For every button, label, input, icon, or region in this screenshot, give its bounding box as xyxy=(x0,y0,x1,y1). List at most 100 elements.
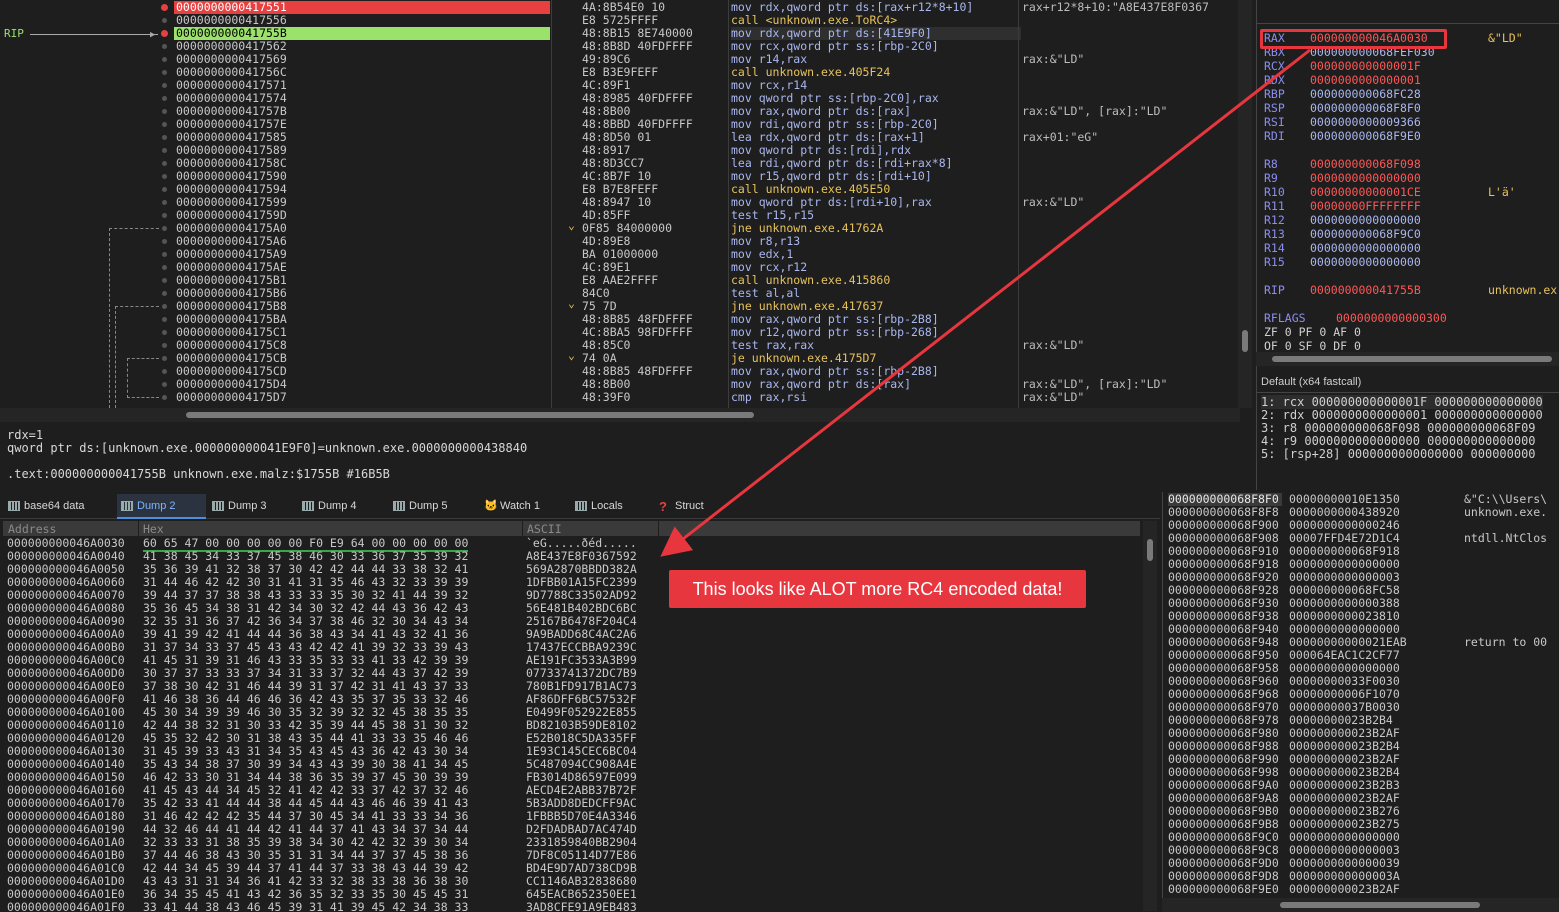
register-value[interactable]: 000000000068F098 xyxy=(1310,157,1421,171)
breakpoint-slot-icon[interactable] xyxy=(162,252,167,257)
stack-address[interactable]: 000000000068F980 xyxy=(1168,727,1282,740)
register-value[interactable]: 0000000000000001 xyxy=(1310,73,1421,87)
register-row[interactable]: R14 0000000000000000 xyxy=(1264,241,1421,255)
header-hex[interactable]: Hex xyxy=(143,522,164,536)
stack-address[interactable]: 000000000068F8F8 xyxy=(1168,506,1282,519)
breakpoint-slot-icon[interactable] xyxy=(162,395,167,400)
register-row[interactable]: RSI 0000000000009366 xyxy=(1264,115,1421,129)
header-address[interactable]: Address xyxy=(8,522,56,536)
dump-ascii[interactable]: 3AD8CFE91A9EB483 xyxy=(526,901,637,912)
tab-dump-4[interactable]: Dump 4 xyxy=(298,494,387,519)
breakpoint-slot-icon[interactable] xyxy=(162,135,167,140)
register-row[interactable]: RSP 000000000068F8F0 xyxy=(1264,101,1421,115)
register-value[interactable]: 0000000000000000 xyxy=(1310,213,1421,227)
call-arg-row[interactable]: 5: [rsp+28] 0000000000000000 000000000 xyxy=(1261,447,1536,461)
scroll-thumb[interactable] xyxy=(186,412,754,418)
breakpoint-slot-icon[interactable] xyxy=(162,369,167,374)
register-value[interactable]: 000000000068F9C0 xyxy=(1310,227,1421,241)
stack-address[interactable]: 000000000068F988 xyxy=(1168,740,1282,753)
scroll-thumb[interactable] xyxy=(1147,539,1153,561)
stack-address[interactable]: 000000000068F950 xyxy=(1168,649,1282,662)
instruction-address[interactable]: 00000000004175D7 xyxy=(174,391,550,404)
breakpoint-slot-icon[interactable] xyxy=(162,187,167,192)
stack-pane[interactable]: 000000000068F8F0 00000000010E1350 &"C:\\Us… xyxy=(1162,492,1559,912)
instruction-text[interactable]: cmp rax,rsi xyxy=(731,391,1021,404)
register-row[interactable]: R12 0000000000000000 xyxy=(1264,213,1421,227)
stack-address[interactable]: 000000000068F910 xyxy=(1168,545,1282,558)
stack-address[interactable]: 000000000068F990 xyxy=(1168,753,1282,766)
breakpoint-slot-icon[interactable] xyxy=(162,278,167,283)
register-row[interactable]: RFLAGS 0000000000000300 xyxy=(1264,311,1447,325)
register-value[interactable]: 000000000068FC28 xyxy=(1310,87,1421,101)
stack-address[interactable]: 000000000068F908 xyxy=(1168,532,1282,545)
stack-address[interactable]: 000000000068F938 xyxy=(1168,610,1282,623)
stack-address[interactable]: 000000000068F9B8 xyxy=(1168,818,1282,831)
breakpoint-icon[interactable] xyxy=(161,30,168,37)
stack-address[interactable]: 000000000068F9D0 xyxy=(1168,857,1282,870)
breakpoint-slot-icon[interactable] xyxy=(162,382,167,387)
breakpoint-slot-icon[interactable] xyxy=(162,174,167,179)
disassembly-hscrollbar[interactable] xyxy=(0,408,1240,422)
stack-address[interactable]: 000000000068F970 xyxy=(1168,701,1282,714)
stack-address[interactable]: 000000000068F960 xyxy=(1168,675,1282,688)
stack-address[interactable]: 000000000068F958 xyxy=(1168,662,1282,675)
dump-vscrollbar[interactable] xyxy=(1143,521,1157,911)
breakpoint-slot-icon[interactable] xyxy=(162,44,167,49)
registers-hscrollbar[interactable] xyxy=(1256,352,1559,366)
register-value[interactable]: 000000000041755B xyxy=(1310,283,1421,297)
stack-address[interactable]: 000000000068F948 xyxy=(1168,636,1282,649)
tab-watch-1[interactable]: 🐱 Watch 1 xyxy=(480,494,569,519)
stack-address[interactable]: 000000000068F9D8 xyxy=(1168,870,1282,883)
register-row[interactable]: RIP 000000000041755B unknown.ex xyxy=(1264,283,1557,297)
breakpoint-slot-icon[interactable] xyxy=(162,96,167,101)
stack-address[interactable]: 000000000068F9A0 xyxy=(1168,779,1282,792)
breakpoint-slot-icon[interactable] xyxy=(162,304,167,309)
register-value[interactable]: 0000000000000000 xyxy=(1310,241,1421,255)
stack-address[interactable]: 000000000068F9C0 xyxy=(1168,831,1282,844)
stack-address[interactable]: 000000000068F900 xyxy=(1168,519,1282,532)
stack-address[interactable]: 000000000068F9E0 xyxy=(1168,883,1282,896)
scroll-thumb[interactable] xyxy=(1280,902,1480,908)
register-row[interactable]: R11 00000000FFFFFFFF xyxy=(1264,199,1421,213)
register-row[interactable]: R13 000000000068F9C0 xyxy=(1264,227,1421,241)
tab-base64-data[interactable]: base64 data xyxy=(4,494,115,519)
tab-dump-2[interactable]: Dump 2 xyxy=(117,494,206,519)
call-arg-row[interactable]: 4: r9 0000000000000000 000000000000000 xyxy=(1261,434,1536,448)
stack-address[interactable]: 000000000068F9B0 xyxy=(1168,805,1282,818)
register-row[interactable]: R10 00000000000001CE L'ä' xyxy=(1264,185,1516,199)
call-arg-row[interactable]: 2: rdx 0000000000000001 000000000000000 xyxy=(1261,408,1543,422)
tab-dump-5[interactable]: Dump 5 xyxy=(389,494,478,519)
register-value[interactable]: 0000000000000000 xyxy=(1310,171,1421,185)
breakpoint-slot-icon[interactable] xyxy=(162,239,167,244)
register-row[interactable]: RBP 000000000068FC28 xyxy=(1264,87,1421,101)
dump-address[interactable]: 000000000046A01F0 xyxy=(7,901,125,912)
stack-address[interactable]: 000000000068F920 xyxy=(1168,571,1282,584)
stack-address[interactable]: 000000000068F9C8 xyxy=(1168,844,1282,857)
breakpoint-slot-icon[interactable] xyxy=(162,265,167,270)
breakpoint-slot-icon[interactable] xyxy=(162,161,167,166)
stack-hscrollbar[interactable] xyxy=(1162,898,1559,912)
tab-struct[interactable]: ? Struct xyxy=(655,494,728,519)
stack-address[interactable]: 000000000068F978 xyxy=(1168,714,1282,727)
stack-address[interactable]: 000000000068F8F0 xyxy=(1168,493,1282,506)
scroll-thumb[interactable] xyxy=(1242,330,1248,352)
breakpoint-slot-icon[interactable] xyxy=(162,148,167,153)
breakpoint-slot-icon[interactable] xyxy=(162,213,167,218)
breakpoint-slot-icon[interactable] xyxy=(162,200,167,205)
register-value[interactable]: 000000000000001F xyxy=(1310,59,1421,73)
breakpoint-slot-icon[interactable] xyxy=(162,83,167,88)
register-value[interactable]: 0000000000000300 xyxy=(1336,311,1447,325)
breakpoint-slot-icon[interactable] xyxy=(162,70,167,75)
tab-dump-3[interactable]: Dump 3 xyxy=(208,494,296,519)
register-row[interactable]: R15 0000000000000000 xyxy=(1264,255,1421,269)
breakpoint-slot-icon[interactable] xyxy=(162,330,167,335)
breakpoint-slot-icon[interactable] xyxy=(162,317,167,322)
header-ascii[interactable]: ASCII xyxy=(527,522,562,536)
stack-address[interactable]: 000000000068F918 xyxy=(1168,558,1282,571)
disassembly-pane[interactable]: RIP ▶ 0000000000417551 0000000000417556 00… xyxy=(0,0,1240,422)
breakpoint-slot-icon[interactable] xyxy=(162,109,167,114)
register-value[interactable]: 000000000068F9E0 xyxy=(1310,129,1421,143)
breakpoint-slot-icon[interactable] xyxy=(162,18,167,23)
register-value[interactable]: 00000000000001CE xyxy=(1310,185,1421,199)
register-row[interactable]: R8 000000000068F098 xyxy=(1264,157,1421,171)
